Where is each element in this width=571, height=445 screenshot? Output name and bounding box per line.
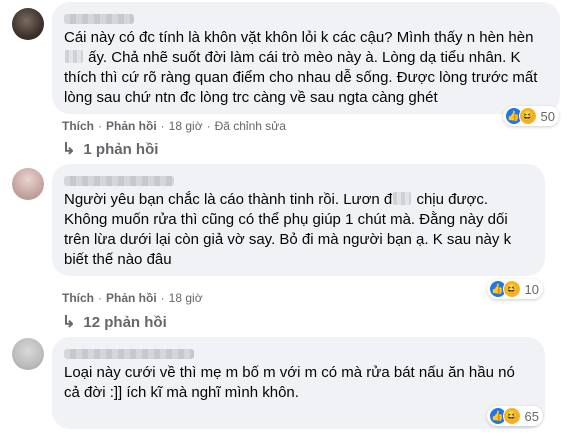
reply-button[interactable]: Phản hồi: [106, 291, 157, 305]
view-replies-link[interactable]: ↳ 12 phản hồi: [62, 312, 167, 332]
haha-icon: 😆: [502, 280, 521, 298]
comment-text: Người yêu bạn chắc là cáo thành tinh rồi…: [64, 191, 516, 268]
haha-icon: 😆: [502, 407, 521, 425]
comment-text: Cái này có đc tính là khôn vặt khôn lỏi …: [64, 29, 542, 106]
reaction-count: 50: [540, 108, 555, 124]
avatar[interactable]: [12, 8, 44, 40]
timestamp[interactable]: 18 giờ: [169, 291, 203, 305]
author-name-redacted[interactable]: [64, 345, 533, 359]
replies-count-label: 12 phản hồi: [83, 313, 167, 331]
edited-label: Đã chỉnh sửa: [214, 119, 286, 133]
reaction-summary[interactable]: 👍 😆 10: [486, 279, 543, 299]
comment-actions: Thích · Phản hồi · 18 giờ: [62, 291, 203, 305]
comment-bubble: Cái này có đc tính là khôn vặt khôn lỏi …: [52, 2, 560, 114]
censored-word: [65, 50, 83, 63]
comment-bubble: Người yêu bạn chắc là cáo thành tinh rồi…: [52, 164, 545, 276]
reaction-summary[interactable]: 👍 😆 50: [502, 106, 559, 126]
replies-count-label: 1 phản hồi: [83, 140, 159, 158]
reply-arrow-icon: ↳: [62, 141, 76, 158]
like-button[interactable]: Thích: [62, 291, 94, 305]
view-replies-link[interactable]: ↳ 1 phản hồi: [62, 139, 158, 159]
reply-button[interactable]: Phản hồi: [106, 119, 157, 133]
reaction-count: 10: [524, 281, 539, 297]
haha-icon: 😆: [518, 107, 537, 125]
censored-word: [393, 192, 412, 205]
reaction-summary[interactable]: 👍 😆 65: [486, 406, 543, 426]
like-button[interactable]: Thích: [62, 119, 94, 133]
comment-bubble: Loại này cưới về thì mẹ m bố m với m có …: [52, 337, 545, 429]
author-name-redacted[interactable]: [64, 172, 533, 186]
reaction-count: 65: [524, 408, 539, 424]
comment-actions: Thích · Phản hồi · 18 giờ · Đã chỉnh sửa: [62, 119, 286, 133]
timestamp[interactable]: 18 giờ: [169, 119, 203, 133]
author-name-redacted[interactable]: [64, 10, 548, 24]
comment-text: Loại này cưới về thì mẹ m bố m với m có …: [64, 364, 519, 401]
reply-arrow-icon: ↳: [62, 314, 76, 331]
avatar[interactable]: [12, 168, 44, 200]
avatar[interactable]: [12, 338, 44, 370]
